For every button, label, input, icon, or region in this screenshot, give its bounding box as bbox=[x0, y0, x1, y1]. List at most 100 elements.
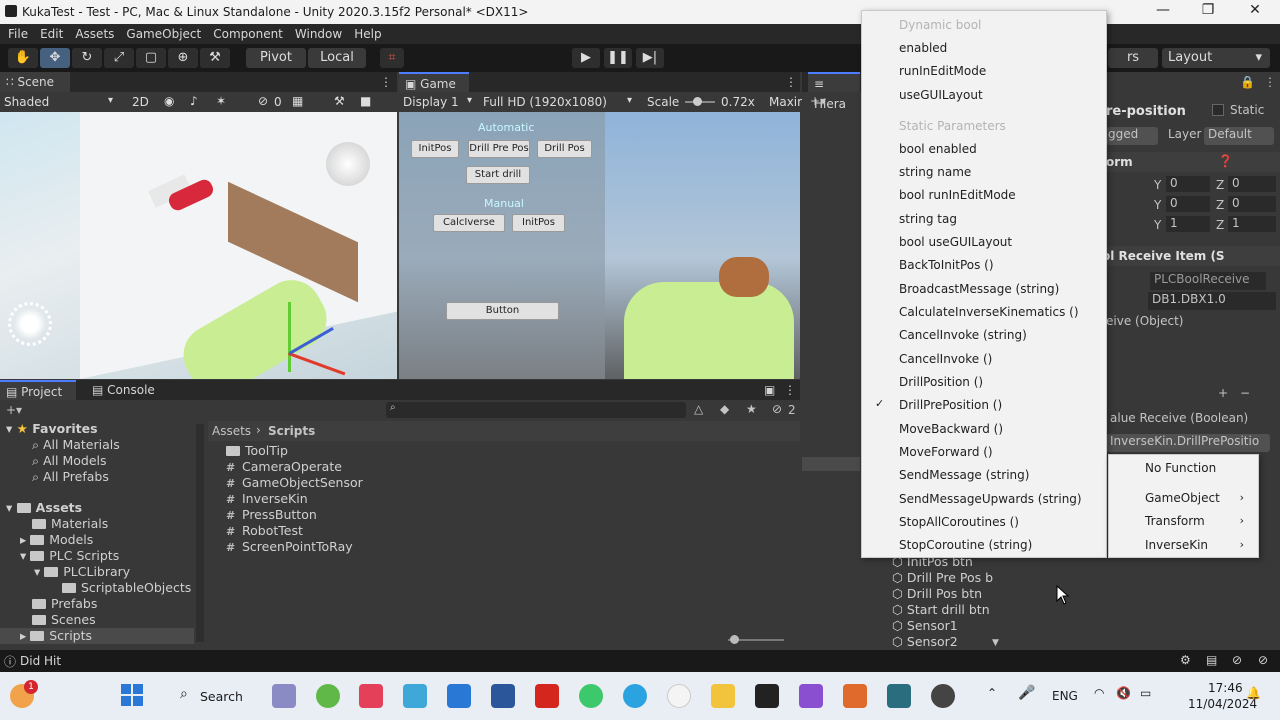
create-asset-icon[interactable]: +▾ bbox=[6, 403, 22, 417]
grid-snap-icon[interactable]: ⌗ bbox=[380, 48, 404, 68]
battery-icon[interactable]: ▭ bbox=[1140, 686, 1151, 700]
menu-item[interactable]: BroadcastMessage (string) bbox=[899, 282, 1059, 296]
breadcrumb-assets[interactable]: Assets bbox=[212, 424, 251, 438]
chrome-icon[interactable] bbox=[316, 684, 340, 708]
progress-icon[interactable]: ⊘ bbox=[1258, 653, 1268, 667]
script-field[interactable]: PLCBoolReceive bbox=[1150, 272, 1266, 290]
file-item[interactable]: # PressButton bbox=[226, 507, 317, 522]
game-viewport[interactable]: Automatic InitPos Drill Pre Pos Drill Po… bbox=[399, 112, 800, 379]
maximize-icon[interactable]: ❐ bbox=[1193, 2, 1223, 18]
minimize-icon[interactable]: — bbox=[1148, 2, 1178, 18]
file-item[interactable]: # GameObjectSensor bbox=[226, 475, 363, 490]
asset-folder[interactable]: ScriptableObjects bbox=[62, 580, 191, 595]
menu-item-inversekin[interactable]: InverseKin bbox=[1145, 538, 1208, 552]
object-name-field[interactable]: re-position bbox=[1106, 104, 1186, 119]
language-indicator[interactable]: ENG bbox=[1052, 689, 1078, 703]
asset-folder[interactable]: Materials bbox=[32, 516, 108, 531]
hidden-packages-icon[interactable]: ⊘ bbox=[772, 402, 782, 416]
visual-studio-icon[interactable] bbox=[799, 684, 823, 708]
hidden-objects-icon[interactable]: ⊘ bbox=[258, 94, 268, 108]
static-label[interactable]: Static bbox=[1230, 103, 1264, 117]
more-options-icon[interactable]: ⋮ bbox=[1264, 75, 1276, 89]
debug-icon[interactable]: ⚙ bbox=[1180, 653, 1191, 667]
music-app-icon[interactable] bbox=[359, 684, 383, 708]
scene-viewport[interactable] bbox=[0, 112, 397, 379]
menu-item[interactable]: CancelInvoke () bbox=[899, 352, 992, 366]
more-options-icon[interactable]: ⋮ bbox=[784, 383, 796, 397]
lock-icon[interactable]: ▣ bbox=[764, 383, 775, 397]
file-explorer-icon[interactable] bbox=[711, 684, 735, 708]
menu-item[interactable]: bool runInEditMode bbox=[899, 188, 1016, 202]
asset-folder[interactable]: Scenes bbox=[32, 612, 96, 627]
layer-dropdown[interactable]: Default bbox=[1204, 127, 1274, 145]
hierarchy-item[interactable]: ⬡ Drill Pos btn bbox=[892, 586, 982, 601]
address-field[interactable]: DB1.DBX1.0 bbox=[1148, 292, 1276, 310]
function-dropdown[interactable]: InverseKin.DrillPrePositio bbox=[1106, 434, 1270, 452]
menu-item[interactable]: BackToInitPos () bbox=[899, 258, 994, 272]
snipping-tool-icon[interactable] bbox=[272, 684, 296, 708]
telegram-icon[interactable] bbox=[623, 684, 647, 708]
acrobat-icon[interactable] bbox=[535, 684, 559, 708]
initpos-button[interactable]: InitPos bbox=[411, 140, 459, 158]
lighting-icon[interactable]: ⊘ bbox=[1232, 653, 1242, 667]
menu-item-dynamic[interactable]: runInEditMode bbox=[899, 64, 986, 78]
maximize-toggle[interactable]: Maxir bbox=[769, 95, 802, 109]
clock-time[interactable]: 17:46 bbox=[1208, 681, 1243, 695]
static-checkbox[interactable] bbox=[1212, 104, 1224, 116]
tia-portal-icon[interactable] bbox=[887, 684, 911, 708]
asset-folder[interactable]: ▾ PLCLibrary bbox=[34, 564, 130, 579]
tree-scrollbar[interactable] bbox=[196, 424, 204, 642]
pause-icon[interactable]: ❚❚ bbox=[604, 48, 632, 68]
microphone-icon[interactable]: 🎤 bbox=[1018, 685, 1035, 701]
menu-item[interactable]: bool enabled bbox=[899, 142, 977, 156]
add-object-icon[interactable]: +▾ bbox=[810, 94, 826, 108]
scroll-down-icon[interactable]: ▼ bbox=[992, 638, 999, 648]
start-icon[interactable] bbox=[121, 684, 143, 706]
taskbar-search[interactable]: Search bbox=[200, 689, 243, 704]
gizmo-y-axis[interactable] bbox=[288, 302, 291, 372]
layers-dropdown[interactable]: rs bbox=[1108, 48, 1158, 68]
menu-item[interactable]: CancelInvoke (string) bbox=[899, 328, 1027, 342]
hierarchy-item[interactable]: ⬡ Drill Pre Pos b bbox=[892, 570, 993, 585]
menu-file[interactable]: File bbox=[8, 27, 28, 41]
icon-size-slider-handle[interactable] bbox=[730, 635, 739, 644]
volume-icon[interactable]: 🔇 bbox=[1116, 686, 1131, 700]
word-icon[interactable] bbox=[491, 684, 515, 708]
pos-z-field[interactable]: 0 bbox=[1228, 176, 1276, 192]
menu-item-dynamic[interactable]: useGUILayout bbox=[899, 88, 983, 102]
tab-hierarchy[interactable]: ≡ Hiera bbox=[808, 72, 860, 111]
media-player-icon[interactable] bbox=[403, 684, 427, 708]
asset-folder-selected[interactable]: ▸ Scripts bbox=[20, 628, 92, 643]
menu-item[interactable]: CalculateInverseKinematics () bbox=[899, 305, 1079, 319]
asset-folder[interactable]: ▸ Models bbox=[20, 532, 93, 547]
menu-item[interactable]: SendMessageUpwards (string) bbox=[899, 492, 1082, 506]
menu-item[interactable]: StopAllCoroutines () bbox=[899, 515, 1019, 529]
menu-item[interactable]: MoveForward () bbox=[899, 445, 993, 459]
assets-section[interactable]: ▾ Assets bbox=[6, 500, 82, 515]
rotate-tool-icon[interactable]: ↻ bbox=[72, 48, 102, 68]
scale-z-field[interactable]: 1 bbox=[1228, 216, 1276, 232]
wechat-icon[interactable] bbox=[579, 684, 603, 708]
scale-y-field[interactable]: 1 bbox=[1166, 216, 1210, 232]
close-icon[interactable]: ✕ bbox=[1240, 2, 1270, 18]
shading-dropdown[interactable]: Shaded bbox=[4, 95, 49, 109]
hand-tool-icon[interactable]: ✋ bbox=[8, 48, 38, 68]
rot-y-field[interactable]: 0 bbox=[1166, 196, 1210, 212]
rot-z-field[interactable]: 0 bbox=[1228, 196, 1276, 212]
tab-game[interactable]: ▣ Game bbox=[399, 72, 469, 92]
notification-bell-icon[interactable]: 🔔 bbox=[1246, 686, 1261, 700]
menu-item[interactable]: bool useGUILayout bbox=[899, 235, 1012, 249]
calcinverse-button[interactable]: CalcIverse bbox=[433, 214, 505, 232]
local-toggle[interactable]: Local bbox=[308, 48, 366, 68]
light-icon[interactable]: ◉ bbox=[164, 94, 174, 108]
favorite-icon[interactable]: ★ bbox=[746, 402, 757, 416]
more-options-icon[interactable]: ⋮ bbox=[785, 75, 797, 89]
mode-2d-button[interactable]: 2D bbox=[132, 95, 149, 109]
chevron-up-icon[interactable]: ⌃ bbox=[987, 686, 997, 700]
menu-window[interactable]: Window bbox=[295, 27, 342, 41]
generic-button[interactable]: Button bbox=[446, 302, 559, 320]
unity-icon[interactable] bbox=[755, 684, 779, 708]
move-tool-icon[interactable]: ✥ bbox=[40, 48, 70, 68]
drill-pre-pos-button[interactable]: Drill Pre Pos bbox=[468, 140, 530, 158]
tab-console[interactable]: ▤ Console bbox=[86, 380, 166, 400]
